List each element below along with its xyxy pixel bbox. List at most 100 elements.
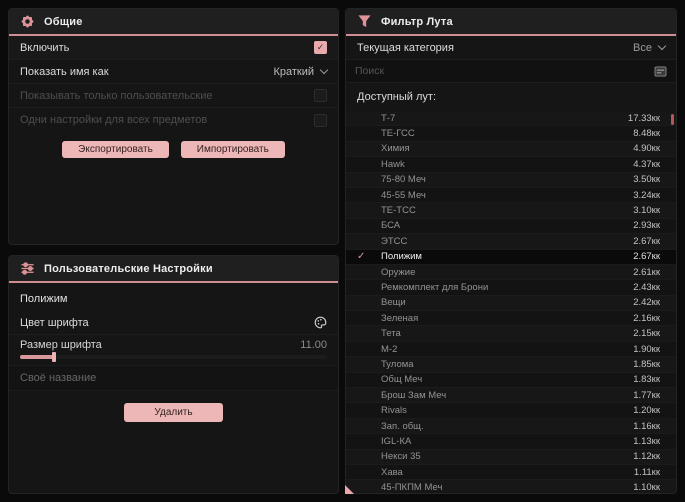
loot-list-item[interactable]: ✓ Rivals 1.20кк [346, 403, 676, 419]
loot-list-item[interactable]: ✓ Некси 35 1.12кк [346, 449, 676, 465]
general-panel-title: Общие [44, 15, 83, 28]
scrollbar-thumb[interactable] [671, 114, 674, 125]
import-button[interactable]: Импортировать [180, 141, 285, 158]
slider-fill [20, 355, 54, 359]
custom-settings-panel: Пользовательские Настройки Полижим Цвет … [8, 255, 339, 494]
loot-list-item[interactable]: ✓ Оружие 2.61кк [346, 264, 676, 281]
search-input[interactable]: Поиск [346, 60, 676, 83]
only-custom-label: Показывать только пользовательские [20, 89, 213, 102]
loot-item-value: 17.33кк [627, 112, 660, 124]
loot-list-item[interactable]: ✓ БСА 2.93кк [346, 218, 676, 235]
loot-item-name: 45-55 Меч [381, 189, 426, 201]
slider-handle[interactable] [52, 352, 56, 362]
loot-list: ✓ Т-7 17.33кк ✓ ТЕ-ГСС 8.48кк ✓ Химия 4.… [346, 111, 676, 492]
loot-item-name: Хава [381, 466, 403, 478]
loot-list-item[interactable]: ✓ IGL-КА 1.13кк [346, 434, 676, 450]
same-settings-checkbox[interactable] [314, 113, 327, 127]
palette-icon[interactable] [314, 316, 327, 329]
loot-filter-header: Фильтр Лута [346, 9, 676, 36]
export-import-row: Экспортировать Импортировать [9, 132, 338, 164]
show-name-row: Показать имя как Краткий [9, 60, 338, 84]
loot-list-item[interactable]: ✓ Хава 1.11кк [346, 464, 676, 481]
delete-button[interactable]: Удалить [124, 403, 223, 422]
enable-label: Включить [20, 41, 70, 54]
loot-item-name: ТЕ-ГСС [381, 128, 415, 140]
export-button[interactable]: Экспортировать [62, 141, 169, 158]
loot-item-name: Тета [381, 328, 401, 340]
funnel-icon [357, 14, 372, 29]
loot-item-name: Тулома [381, 358, 414, 370]
loot-item-name: Зеленая [381, 312, 419, 324]
loot-item-value: 2.93кк [633, 220, 660, 232]
font-color-row: Цвет шрифта [9, 311, 338, 335]
loot-list-item[interactable]: ✓ ТЕ-ГСС 8.48кк [346, 126, 676, 142]
loot-list-item[interactable]: ✓ ЭТСС 2.67кк [346, 234, 676, 250]
loot-list-item[interactable]: ✓ Ремкомплект для Брони 2.43кк [346, 280, 676, 296]
font-size-slider[interactable] [20, 352, 327, 362]
loot-item-name: Химия [381, 143, 410, 155]
loot-list-item[interactable]: ✓ Тулома 1.85кк [346, 357, 676, 373]
category-dropdown[interactable]: Все [633, 42, 667, 54]
same-settings-label: Одни настройки для всех предметов [20, 114, 208, 126]
enable-checkbox[interactable]: ✓ [314, 41, 327, 54]
loot-item-value: 3.50кк [633, 174, 660, 186]
loot-item-value: 1.83кк [633, 374, 660, 386]
loot-item-value: 2.43кк [633, 281, 660, 293]
loot-item-name: Брош Зам Меч [381, 389, 447, 401]
loot-item-name: ТЕ-ТСС [381, 205, 416, 217]
show-name-value: Краткий [273, 65, 314, 78]
loot-list-item[interactable]: ✓ Вещи 2.42кк [346, 295, 676, 312]
selected-item-name: Полижим [20, 293, 68, 305]
loot-list-item[interactable]: ✓ 45-ПКПМ Меч 1.10кк [346, 480, 676, 492]
loot-list-item[interactable]: ✓ Hawk 4.37кк [346, 157, 676, 173]
loot-list-item[interactable]: ✓ 75-80 Меч 3.50кк [346, 172, 676, 188]
loot-list-item[interactable]: ✓ ТЕ-ТСС 3.10кк [346, 203, 676, 219]
custom-name-input[interactable]: Своё название [9, 366, 338, 391]
loot-item-name: 75-80 Меч [381, 174, 426, 186]
loot-item-name: Общ Меч [381, 374, 423, 386]
loot-item-value: 2.15кк [633, 328, 660, 340]
loot-item-value: 1.10кк [633, 482, 660, 492]
show-name-dropdown[interactable]: Краткий [273, 65, 329, 78]
loot-list-item[interactable]: ✓ Полижим 2.67кк [346, 249, 676, 265]
resize-handle-icon[interactable] [345, 485, 354, 494]
font-size-value: 11.00 [300, 339, 327, 351]
loot-item-name: Hawk [381, 158, 405, 170]
loot-item-name: IGL-КА [381, 435, 412, 447]
loot-item-value: 8.48кк [633, 128, 660, 140]
custom-settings-header: Пользовательские Настройки [9, 256, 338, 283]
loot-item-name: Некси 35 [381, 451, 421, 463]
loot-list-item[interactable]: ✓ Зеленая 2.16кк [346, 311, 676, 327]
only-custom-checkbox[interactable] [314, 89, 327, 102]
loot-list-item[interactable]: ✓ Химия 4.90кк [346, 141, 676, 158]
loot-list-item[interactable]: ✓ Брош Зам Меч 1.77кк [346, 388, 676, 404]
loot-list-item[interactable]: ✓ 45-55 Меч 3.24кк [346, 187, 676, 204]
loot-list-item[interactable]: ✓ Т-7 17.33кк [346, 111, 676, 127]
loot-list-item[interactable]: ✓ М-2 1.90кк [346, 341, 676, 358]
loot-item-name: ЭТСС [381, 235, 408, 247]
loot-item-name: Вещи [381, 297, 406, 309]
loot-list-item[interactable]: ✓ Тета 2.15кк [346, 326, 676, 342]
loot-item-name: Т-7 [381, 112, 396, 124]
advanced-search-icon[interactable] [654, 65, 667, 77]
loot-item-value: 1.77кк [633, 389, 660, 401]
custom-settings-title: Пользовательские Настройки [44, 262, 213, 275]
loot-item-value: 4.37кк [633, 158, 660, 170]
loot-item-value: 1.20кк [633, 405, 660, 417]
loot-item-name: Зап. общ. [381, 420, 424, 432]
check-icon: ✓ [357, 250, 366, 262]
loot-item-name: Rivals [381, 405, 407, 417]
loot-filter-title: Фильтр Лута [381, 15, 453, 28]
font-size-row: Размер шрифта 11.00 [9, 335, 338, 366]
enable-row: Включить ✓ [9, 36, 338, 60]
loot-item-name: М-2 [381, 343, 398, 355]
loot-item-value: 3.10кк [633, 205, 660, 217]
general-panel: Общие Включить ✓ Показать имя как Кратки… [8, 8, 339, 245]
loot-list-item[interactable]: ✓ Зап. общ. 1.16кк [346, 418, 676, 435]
category-row: Текущая категория Все [346, 36, 676, 60]
loot-item-value: 1.13кк [633, 435, 660, 447]
loot-list-item[interactable]: ✓ Общ Меч 1.83кк [346, 372, 676, 389]
loot-item-value: 2.67кк [633, 251, 660, 263]
loot-item-value: 1.90кк [633, 343, 660, 355]
search-placeholder: Поиск [355, 65, 385, 77]
